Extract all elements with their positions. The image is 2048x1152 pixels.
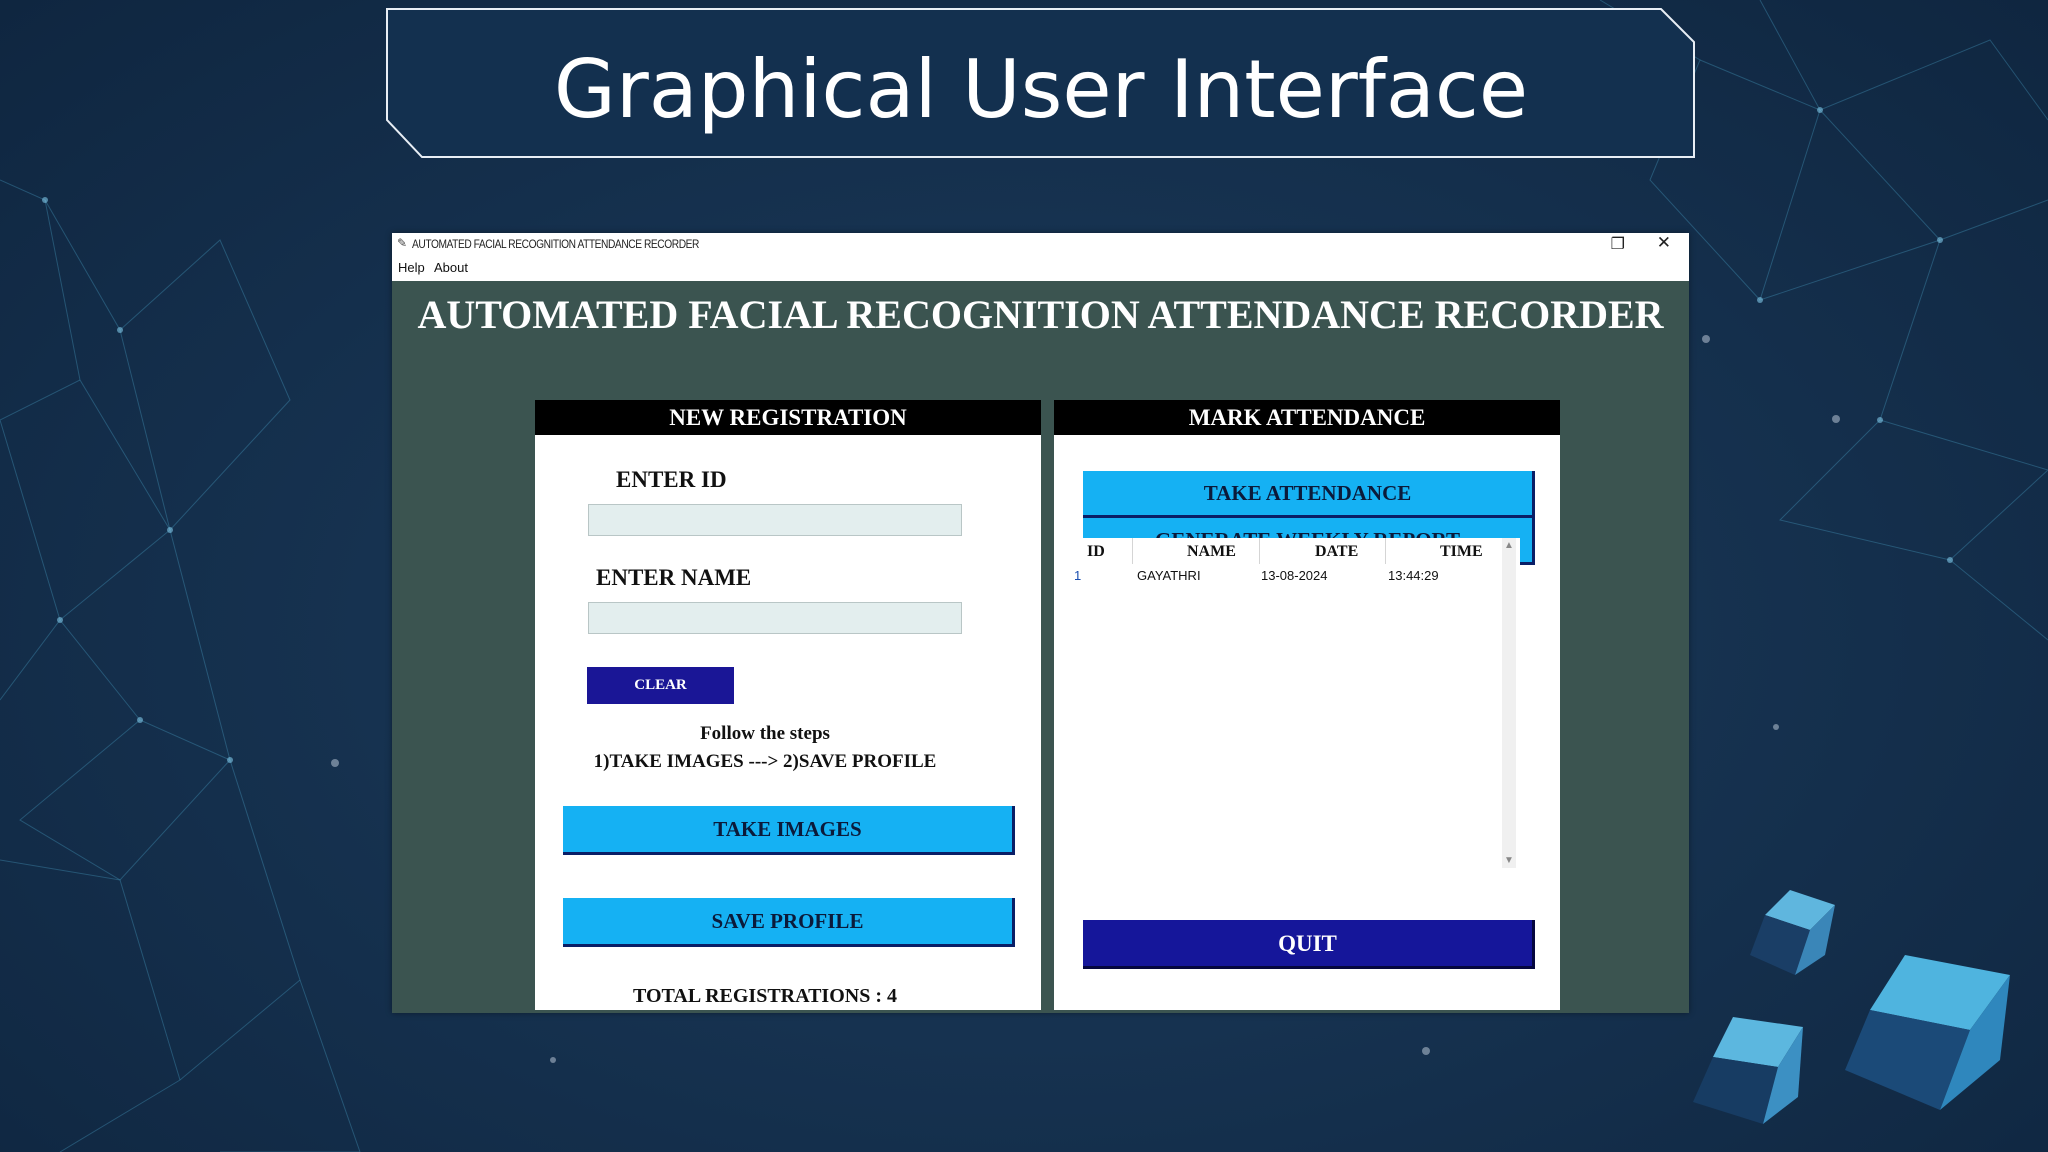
menu-help[interactable]: Help [398, 260, 425, 275]
save-profile-button[interactable]: SAVE PROFILE [563, 898, 1015, 947]
name-label: ENTER NAME [596, 565, 752, 590]
take-images-button[interactable]: TAKE IMAGES [563, 806, 1015, 855]
column-separator [1132, 538, 1133, 564]
name-input[interactable] [588, 602, 962, 634]
cube-decoration-medium [1693, 1017, 1803, 1124]
id-label: ENTER ID [616, 467, 727, 492]
restore-icon[interactable]: ❐ [1611, 234, 1625, 254]
total-registrations: TOTAL REGISTRATIONS : 4 [633, 985, 897, 1007]
clear-button[interactable]: CLEAR [587, 667, 734, 704]
window-title: AUTOMATED FACIAL RECOGNITION ATTENDANCE … [412, 237, 699, 251]
column-separator [1385, 538, 1386, 564]
slide-title: Graphical User Interface [553, 43, 1529, 136]
id-input[interactable] [588, 504, 962, 536]
table-scrollbar[interactable]: ▲ ▼ [1502, 538, 1516, 868]
column-header-id[interactable]: ID [1087, 543, 1105, 561]
row-date: 13-08-2024 [1261, 568, 1328, 583]
scroll-up-icon[interactable]: ▲ [1504, 540, 1514, 551]
column-header-date[interactable]: DATE [1315, 543, 1358, 561]
cube-decoration-large [1845, 955, 2010, 1110]
column-header-name[interactable]: NAME [1187, 543, 1236, 561]
app-heading: AUTOMATED FACIAL RECOGNITION ATTENDANCE … [417, 292, 1664, 337]
cube-decoration-small [1750, 890, 1835, 975]
registration-header: NEW REGISTRATION [535, 400, 1041, 435]
registration-panel: NEW REGISTRATION ENTER ID ENTER NAME CLE… [535, 400, 1041, 1010]
attendance-header: MARK ATTENDANCE [1054, 400, 1560, 435]
attendance-table[interactable]: ID NAME DATE TIME 1 GAYATHRI 13-08-2024 … [1070, 538, 1520, 868]
take-attendance-button[interactable]: TAKE ATTENDANCE [1083, 471, 1535, 518]
column-separator [1259, 538, 1260, 564]
attendance-panel: MARK ATTENDANCE TAKE ATTENDANCE GENERATE… [1054, 400, 1560, 1010]
menu-about[interactable]: About [434, 260, 468, 275]
window-titlebar[interactable]: ✎ AUTOMATED FACIAL RECOGNITION ATTENDANC… [392, 233, 1689, 255]
app-window: ✎ AUTOMATED FACIAL RECOGNITION ATTENDANC… [392, 233, 1689, 1013]
quit-button[interactable]: QUIT [1083, 920, 1535, 969]
row-time: 13:44:29 [1388, 568, 1439, 583]
row-name: GAYATHRI [1137, 568, 1201, 583]
feather-icon: ✎ [397, 236, 408, 250]
row-id: 1 [1074, 568, 1082, 583]
menubar: Help About [392, 255, 1689, 281]
scroll-down-icon[interactable]: ▼ [1504, 855, 1514, 866]
steps-line1: Follow the steps [700, 723, 830, 744]
column-header-time[interactable]: TIME [1440, 543, 1483, 561]
close-icon[interactable]: ✕ [1657, 233, 1671, 253]
steps-line2: 1)TAKE IMAGES ---> 2)SAVE PROFILE [593, 751, 937, 772]
